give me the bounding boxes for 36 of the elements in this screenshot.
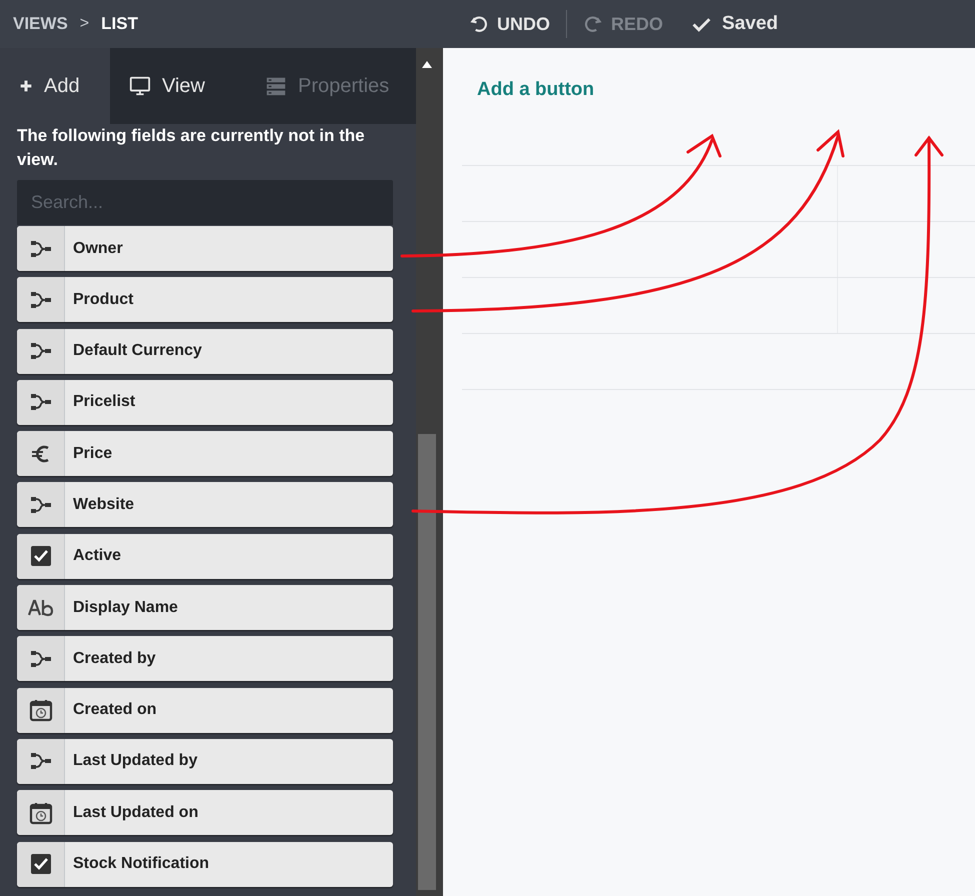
field-item[interactable]: Last Updated on <box>17 790 393 836</box>
field-item[interactable]: Price <box>17 431 393 476</box>
add-button-link[interactable]: Add a button <box>477 76 594 104</box>
plus-icon <box>18 78 34 94</box>
field-item[interactable]: Last Updated by <box>17 738 393 784</box>
breadcrumb-link[interactable]: VIEWS <box>13 11 68 37</box>
save-status: Saved <box>722 12 778 36</box>
tab[interactable]: View <box>110 48 246 124</box>
tab[interactable]: Add <box>0 48 110 124</box>
undo-button[interactable]: UNDO <box>469 10 550 38</box>
scroll-up-icon[interactable] <box>422 61 432 68</box>
search-field[interactable]: Search... <box>17 180 393 225</box>
field-item[interactable]: Created by <box>17 636 393 682</box>
redo-icon <box>583 14 603 34</box>
monitor-icon <box>128 75 152 97</box>
scrollbar-thumb[interactable] <box>418 434 436 890</box>
text-icon <box>28 598 54 618</box>
server-icon <box>264 75 288 97</box>
breadcrumb-current: LIST <box>101 13 138 36</box>
calendar-icon <box>28 800 52 825</box>
field-item[interactable]: Active <box>17 534 393 579</box>
checkbox-icon <box>28 852 52 876</box>
field-item[interactable]: Product <box>17 277 393 322</box>
field-item[interactable]: Created on <box>17 688 393 733</box>
field-item[interactable]: Owner <box>17 226 393 271</box>
breadcrumb-separator: > <box>80 14 90 34</box>
field-item[interactable]: Website <box>17 482 393 528</box>
checkbox-icon <box>28 544 52 568</box>
field-item[interactable]: Stock Notification <box>17 842 393 887</box>
scrollbar[interactable] <box>416 48 440 896</box>
undo-icon <box>469 14 489 34</box>
field-item[interactable]: Default Currency <box>17 328 393 374</box>
field-item[interactable]: Display Name <box>17 585 393 630</box>
hint-text: The following fields are currently not in the view. <box>17 125 366 171</box>
calendar-icon <box>28 698 52 722</box>
field-item[interactable]: Pricelist <box>17 380 393 425</box>
